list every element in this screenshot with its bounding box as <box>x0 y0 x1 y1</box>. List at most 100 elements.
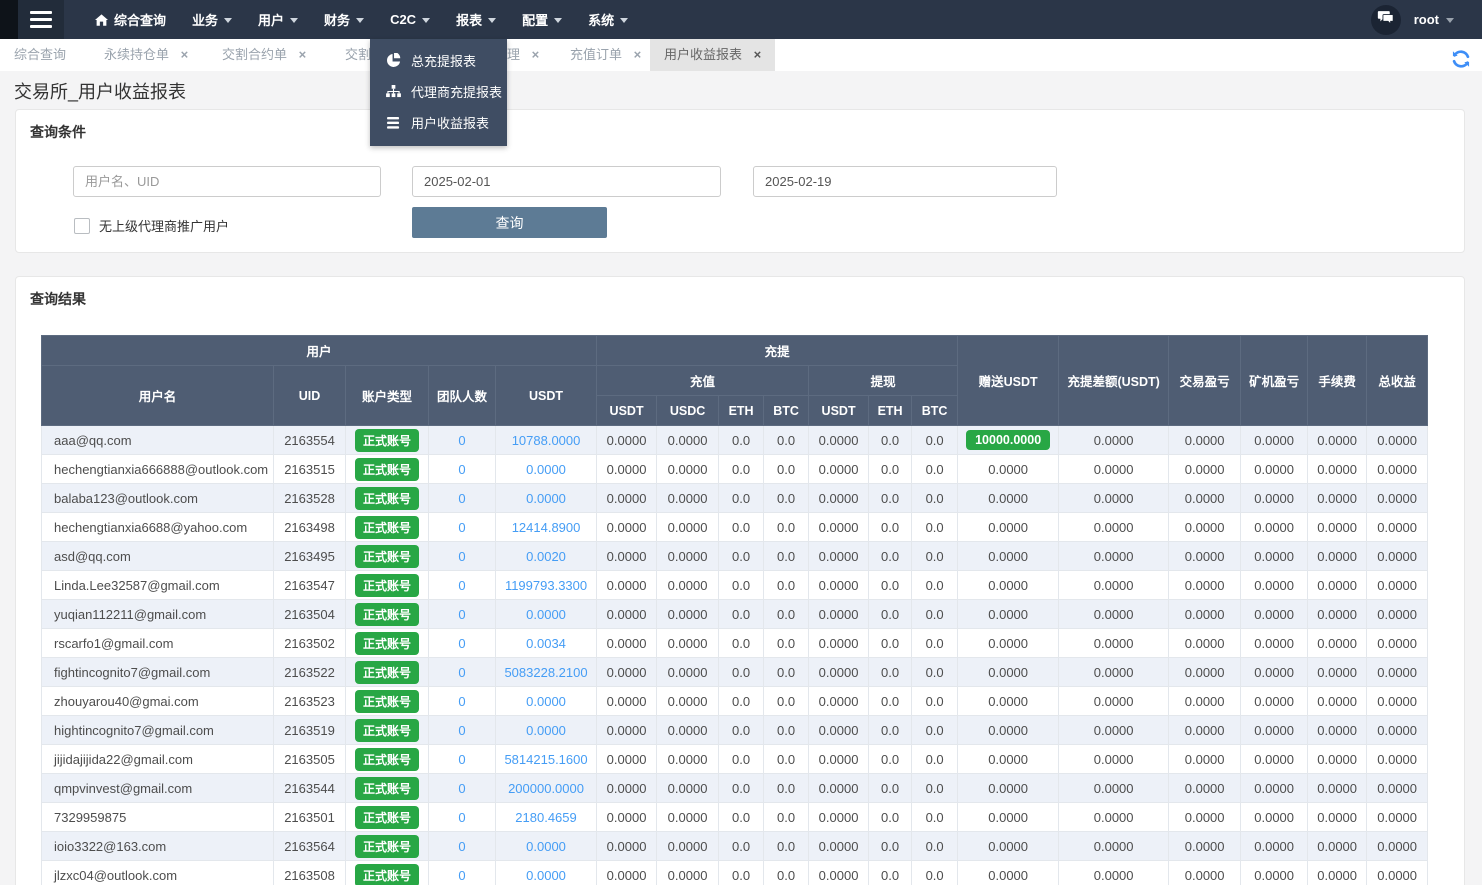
team-count-link[interactable]: 0 <box>458 433 465 448</box>
refresh-button[interactable] <box>1450 48 1472 70</box>
tab[interactable]: 永续持仓单 × <box>104 39 188 71</box>
messages-button[interactable] <box>1371 5 1401 35</box>
usdt-balance-link[interactable]: 10788.0000 <box>512 433 581 448</box>
table-row: hechengtianxia666888@outlook.com 2163515… <box>42 455 1428 484</box>
cell-dep-usdc: 0.0000 <box>657 861 719 885</box>
cell-username: hightincognito7@gmail.com <box>42 716 274 745</box>
usdt-balance-link[interactable]: 200000.0000 <box>508 781 584 796</box>
account-type-badge: 正式账号 <box>355 545 419 568</box>
team-count-link[interactable]: 0 <box>458 868 465 883</box>
usdt-balance-link[interactable]: 0.0020 <box>526 549 566 564</box>
usdt-balance-link[interactable]: 0.0000 <box>526 607 566 622</box>
nav-menu-item[interactable]: 财务 <box>311 0 377 39</box>
usdt-balance-link[interactable]: 0.0034 <box>526 636 566 651</box>
usdt-balance-link[interactable]: 1199793.3300 <box>505 578 587 593</box>
dropdown-item[interactable]: 用户收益报表 <box>370 107 507 138</box>
team-count-link[interactable]: 0 <box>458 723 465 738</box>
team-count-link[interactable]: 0 <box>458 520 465 535</box>
team-count-link[interactable]: 0 <box>458 549 465 564</box>
user-menu[interactable]: root <box>1414 12 1454 27</box>
nav-menu-item[interactable]: C2C <box>377 0 443 39</box>
team-count-link[interactable]: 0 <box>458 665 465 680</box>
dropdown-item[interactable]: 代理商充提报表 <box>370 76 507 107</box>
usdt-balance-link[interactable]: 0.0000 <box>526 491 566 506</box>
chevron-down-icon <box>356 18 364 23</box>
cell-trade-pl: 0.0000 <box>1169 542 1241 571</box>
cell-wd-btc: 0.0 <box>912 455 958 484</box>
usdt-balance-link[interactable]: 2180.4659 <box>515 810 576 825</box>
nav-menu-item[interactable]: 报表 <box>443 0 509 39</box>
date-to-input[interactable] <box>753 166 1057 197</box>
keyword-input[interactable] <box>73 166 381 197</box>
team-count-link[interactable]: 0 <box>458 578 465 593</box>
hamburger-menu-button[interactable] <box>18 0 64 39</box>
close-icon[interactable]: × <box>532 47 540 62</box>
cell-username: jlzxc04@outlook.com <box>42 861 274 885</box>
no-agent-checkbox[interactable]: 无上级代理商推广用户 <box>74 216 229 235</box>
cell-wd-eth: 0.0 <box>869 861 912 885</box>
cell-wd-eth: 0.0 <box>869 542 912 571</box>
close-icon[interactable]: × <box>634 47 642 62</box>
cell-fee: 0.0000 <box>1308 629 1367 658</box>
cell-dep-usdt: 0.0000 <box>597 629 657 658</box>
nav-menu-item[interactable]: 用户 <box>245 0 311 39</box>
usdt-balance-link[interactable]: 0.0000 <box>526 839 566 854</box>
date-from-input[interactable] <box>412 166 721 197</box>
tab[interactable]: 充值订单 × <box>570 39 641 71</box>
cell-total: 0.0000 <box>1367 745 1428 774</box>
cell-dep-btc: 0.0 <box>764 542 809 571</box>
nav-menu-item[interactable]: 系统 <box>575 0 641 39</box>
close-icon[interactable]: × <box>754 47 762 62</box>
account-type-badge: 正式账号 <box>355 632 419 655</box>
nav-menu-item[interactable]: 综合查询 <box>82 0 179 39</box>
team-count-link[interactable]: 0 <box>458 781 465 796</box>
cell-dep-usdt: 0.0000 <box>597 745 657 774</box>
search-button[interactable]: 查询 <box>412 207 607 238</box>
cell-diff: 0.0000 <box>1059 658 1169 687</box>
cell-bonus: 0.0000 <box>958 513 1059 542</box>
tab[interactable]: 综合查询 <box>14 39 66 71</box>
team-count-link[interactable]: 0 <box>458 607 465 622</box>
team-count-link[interactable]: 0 <box>458 752 465 767</box>
results-panel-title: 查询结果 <box>16 277 1464 308</box>
cell-trade-pl: 0.0000 <box>1169 629 1241 658</box>
table-row: yuqian112211@gmail.com 2163504 正式账号 0 0.… <box>42 600 1428 629</box>
cell-miner-pl: 0.0000 <box>1241 687 1308 716</box>
team-count-link[interactable]: 0 <box>458 839 465 854</box>
cell-account-type: 正式账号 <box>346 455 429 484</box>
cell-uid: 2163505 <box>274 745 346 774</box>
nav-menu-item[interactable]: 配置 <box>509 0 575 39</box>
usdt-balance-link[interactable]: 0.0000 <box>526 694 566 709</box>
team-count-link[interactable]: 0 <box>458 636 465 651</box>
tab[interactable]: 理 × <box>507 39 539 71</box>
nav-item-label: 系统 <box>588 10 614 29</box>
cell-username: qmpvinvest@gmail.com <box>42 774 274 803</box>
tab[interactable]: 用户收益报表 × <box>650 39 775 71</box>
query-results-panel: 查询结果 用户 充提 赠送USDT 充提差额(USDT) 交易盈亏 <box>15 276 1465 885</box>
cell-wd-btc: 0.0 <box>912 716 958 745</box>
team-count-link[interactable]: 0 <box>458 810 465 825</box>
cell-trade-pl: 0.0000 <box>1169 513 1241 542</box>
nav-menu-item[interactable]: 业务 <box>179 0 245 39</box>
tab[interactable]: 交割合约单 × <box>222 39 306 71</box>
cell-wd-eth: 0.0 <box>869 484 912 513</box>
pie-chart-icon <box>385 53 401 69</box>
cell-dep-usdt: 0.0000 <box>597 455 657 484</box>
usdt-balance-link[interactable]: 5814215.1600 <box>504 752 587 767</box>
list-icon <box>385 115 401 131</box>
usdt-balance-link[interactable]: 0.0000 <box>526 723 566 738</box>
team-count-link[interactable]: 0 <box>458 694 465 709</box>
chat-icon <box>1377 10 1394 30</box>
dropdown-item[interactable]: 总充提报表 <box>370 45 507 76</box>
team-count-link[interactable]: 0 <box>458 491 465 506</box>
usdt-balance-link[interactable]: 0.0000 <box>526 868 566 883</box>
usdt-balance-link[interactable]: 0.0000 <box>526 462 566 477</box>
sidebar-edge <box>0 0 18 39</box>
team-count-link[interactable]: 0 <box>458 462 465 477</box>
close-icon[interactable]: × <box>299 47 307 62</box>
usdt-balance-link[interactable]: 12414.8900 <box>512 520 581 535</box>
header-bonus: 赠送USDT <box>958 336 1059 426</box>
usdt-balance-link[interactable]: 5083228.2100 <box>504 665 587 680</box>
checkbox-box[interactable] <box>74 218 90 234</box>
close-icon[interactable]: × <box>181 47 189 62</box>
